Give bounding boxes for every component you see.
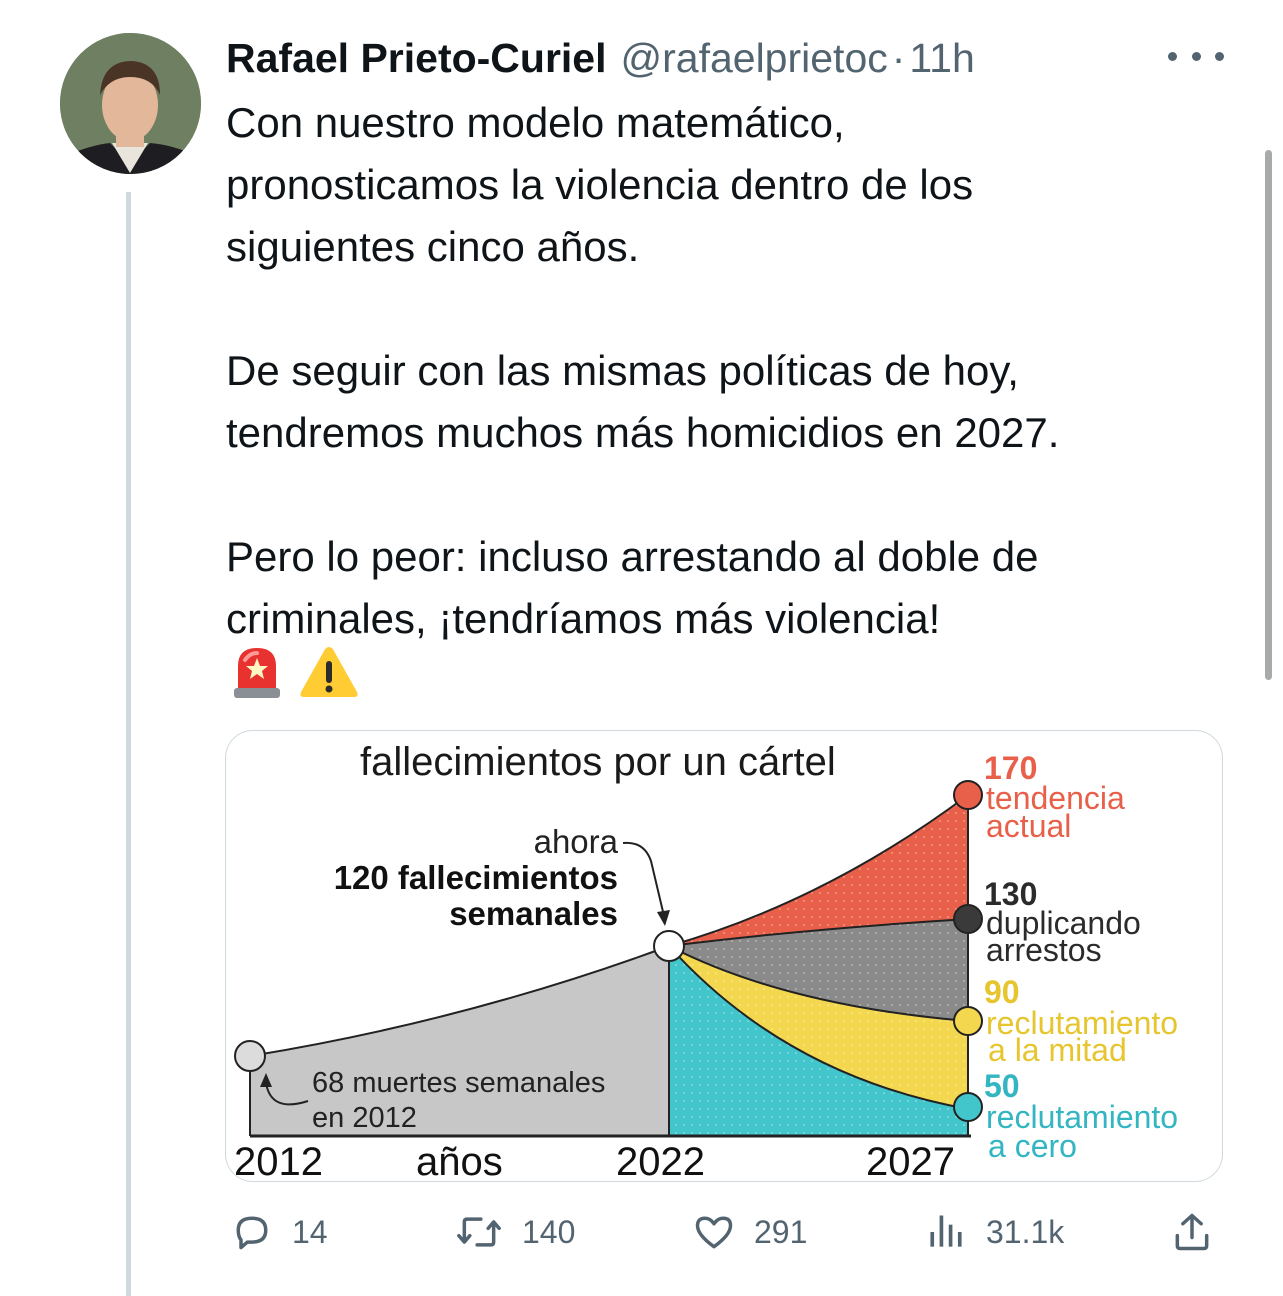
- now-label: ahora: [534, 823, 619, 860]
- start-label-line2: en 2012: [312, 1102, 417, 1134]
- now-value-line2: semanales: [449, 895, 618, 932]
- now-value-line1: 120 fallecimientos: [334, 859, 618, 896]
- scrollbar[interactable]: [1265, 150, 1272, 680]
- reply-count: 14: [292, 1213, 328, 1250]
- retweet-button[interactable]: 140: [454, 1200, 575, 1264]
- tweet-line: criminales, ¡tendríamos más violencia!: [226, 595, 941, 642]
- share-icon: [1175, 1213, 1209, 1251]
- tweet-text: Con nuestro modelo matemático, pronostic…: [226, 92, 1226, 650]
- emoji-row: [230, 644, 360, 700]
- x-tick-2012: 2012: [234, 1140, 323, 1181]
- label-reclutamiento-cero-2: a cero: [988, 1128, 1077, 1164]
- tweet-line: De seguir con las mismas políticas de ho…: [226, 347, 1019, 394]
- start-label-line1: 68 muertes semanales: [312, 1067, 605, 1099]
- tweet-line: Pero lo peor: incluso arrestando al dobl…: [226, 533, 1039, 580]
- marker-reclutamiento-cero: [953, 1092, 983, 1122]
- cartel-forecast-figure: fallecimientos por un cártel ahora 120 f…: [234, 740, 1178, 1181]
- tweet-line: siguientes cinco años.: [226, 223, 640, 270]
- views-icon: [930, 1215, 962, 1247]
- like-count: 291: [754, 1213, 808, 1250]
- share-button[interactable]: [1170, 1200, 1232, 1264]
- like-icon: [695, 1216, 733, 1249]
- start-marker: [234, 1040, 266, 1072]
- tweet-header: Rafael Prieto-Curiel @rafaelprietoc · 11…: [226, 30, 975, 86]
- marker-tendencia-actual: [953, 780, 983, 810]
- media-card[interactable]: fallecimientos por un cártel ahora 120 f…: [225, 730, 1223, 1182]
- label-reclutamiento-mitad-2: a la mitad: [988, 1032, 1127, 1068]
- label-duplicando-arrestos-2: arrestos: [986, 932, 1102, 968]
- author-name[interactable]: Rafael Prieto-Curiel: [226, 35, 607, 82]
- avatar[interactable]: [60, 33, 201, 174]
- marker-duplicando-arrestos: [953, 904, 983, 934]
- now-marker: [653, 930, 685, 962]
- more-icon[interactable]: [1168, 38, 1224, 74]
- author-handle[interactable]: @rafaelprietoc: [621, 35, 888, 82]
- like-button[interactable]: 291: [692, 1200, 807, 1264]
- x-tick-2022: 2022: [616, 1140, 705, 1181]
- tweet-line: Con nuestro modelo matemático,: [226, 99, 845, 146]
- tweet-time[interactable]: 11h: [909, 35, 974, 82]
- thread-line: [126, 192, 131, 1296]
- warning-emoji: [300, 647, 358, 697]
- figure-title: fallecimientos por un cártel: [360, 740, 836, 784]
- action-bar: 14 140 291 31.1k: [226, 1200, 1226, 1264]
- views-button[interactable]: 31.1k: [924, 1200, 1064, 1264]
- reply-icon: [236, 1216, 268, 1250]
- separator-dot: ·: [891, 34, 906, 81]
- rotating-light-emoji: [234, 648, 280, 698]
- retweet-count: 140: [522, 1213, 576, 1250]
- tweet-line: pronosticamos la violencia dentro de los: [226, 161, 974, 208]
- views-count: 31.1k: [986, 1213, 1065, 1250]
- marker-reclutamiento-mitad: [953, 1006, 983, 1036]
- x-tick-2027: 2027: [866, 1140, 955, 1181]
- reply-button[interactable]: 14: [230, 1200, 328, 1264]
- retweet-icon: [457, 1217, 501, 1247]
- label-tendencia-actual-2: actual: [986, 808, 1071, 844]
- tweet-line: tendremos muchos más homicidios en 2027.: [226, 409, 1060, 456]
- x-axis-label: años: [416, 1140, 503, 1181]
